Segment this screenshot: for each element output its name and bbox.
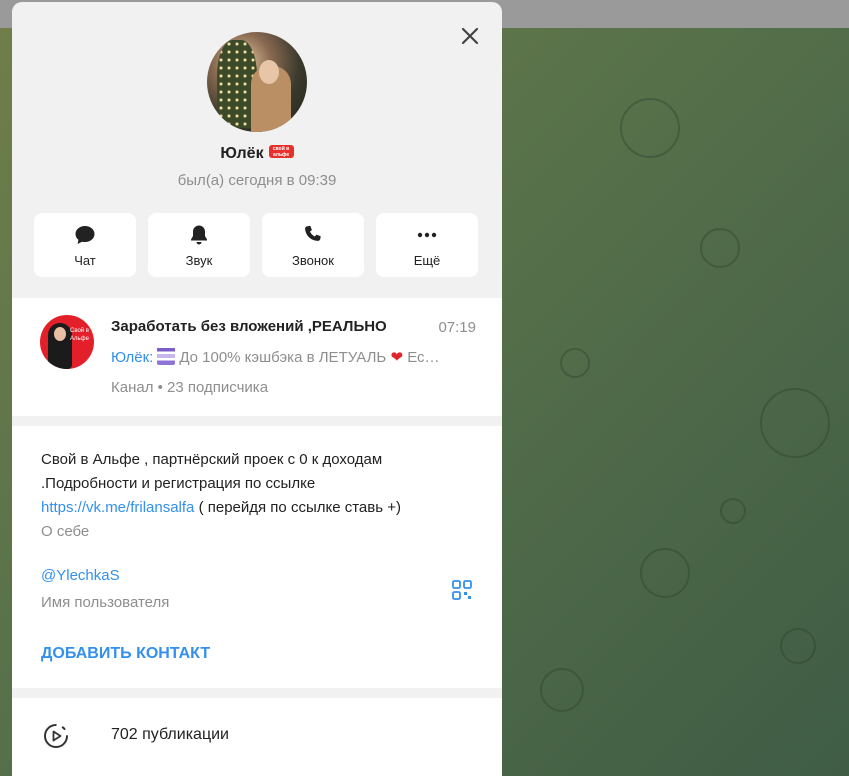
- message-sender: Юлёк:: [111, 349, 154, 366]
- chat-button-label: Чат: [74, 252, 96, 268]
- message-text: До 100% кэшбэка в ЛЕТУАЛЬ: [179, 349, 387, 366]
- bio-tail: ( перейдя по ссылке ставь +): [194, 499, 401, 516]
- heart-icon: ❤: [390, 349, 404, 366]
- more-button[interactable]: Ещё: [376, 213, 478, 277]
- qr-code-icon: [452, 580, 472, 600]
- action-buttons: Чат Звук Звонок Ещё: [34, 213, 478, 277]
- profile-panel: Юлёк свой в альфе был(а) сегодня в 09:39 …: [12, 2, 502, 776]
- phone-icon: [305, 225, 321, 241]
- sound-button[interactable]: Звук: [148, 213, 250, 277]
- bio-link[interactable]: https://vk.me/frilansalfa: [41, 499, 194, 516]
- close-icon: [461, 27, 479, 45]
- call-button[interactable]: Звонок: [262, 213, 364, 277]
- channel-subtitle: Канал • 23 подписчика: [111, 379, 269, 396]
- channel-last-message: Юлёк: До 100% кэшбэка в ЛЕТУАЛЬ ❤ Ес…: [111, 348, 476, 367]
- message-thumbnail: [157, 348, 176, 366]
- bio-line-1: Свой в Альфе , партнёрский проек с 0 к д…: [41, 451, 383, 468]
- sound-button-label: Звук: [185, 252, 213, 268]
- more-icon: [417, 232, 437, 237]
- username-link[interactable]: @YlechkaS: [41, 567, 120, 584]
- chat-icon: [75, 225, 95, 244]
- play-circle-icon: [44, 724, 68, 748]
- last-seen-status: был(а) сегодня в 09:39: [177, 172, 337, 189]
- bell-icon: [191, 225, 207, 244]
- bio-line-2: .Подробности и регистрация по ссылке: [41, 475, 316, 492]
- channel-avatar: Свой в Альфе: [40, 315, 94, 369]
- qr-code-button[interactable]: [451, 579, 473, 601]
- channel-avatar-text: Свой в Альфе: [70, 328, 89, 342]
- bio-label: О себе: [41, 523, 90, 540]
- bio-line-3: https://vk.me/frilansalfa ( перейдя по с…: [41, 496, 461, 520]
- posts-count-label: 702 публикации: [111, 726, 229, 743]
- profile-avatar[interactable]: [207, 32, 307, 132]
- profile-name: Юлёк: [220, 145, 264, 162]
- channel-title: Заработать без вложений ,РЕАЛЬНО: [111, 318, 387, 335]
- linked-channel-card[interactable]: Свой в Альфе Заработать без вложений ,РЕ…: [12, 298, 502, 416]
- username-label: Имя пользователя: [41, 594, 170, 611]
- chat-button[interactable]: Чат: [34, 213, 136, 277]
- bio-text: Свой в Альфе , партнёрский проек с 0 к д…: [41, 448, 461, 520]
- close-button[interactable]: [456, 22, 484, 50]
- message-tail: Ес…: [403, 349, 440, 366]
- profile-info-card: Свой в Альфе , партнёрский проек с 0 к д…: [12, 426, 502, 688]
- profile-badge: свой в альфе: [268, 145, 294, 159]
- more-button-label: Ещё: [413, 252, 441, 268]
- add-contact-button[interactable]: ДОБАВИТЬ КОНТАКТ: [41, 645, 210, 663]
- channel-time: 07:19: [438, 319, 476, 336]
- profile-name-row: Юлёк свой в альфе: [12, 145, 502, 163]
- media-posts-row[interactable]: 702 публикации: [12, 698, 502, 776]
- call-button-label: Звонок: [292, 252, 334, 268]
